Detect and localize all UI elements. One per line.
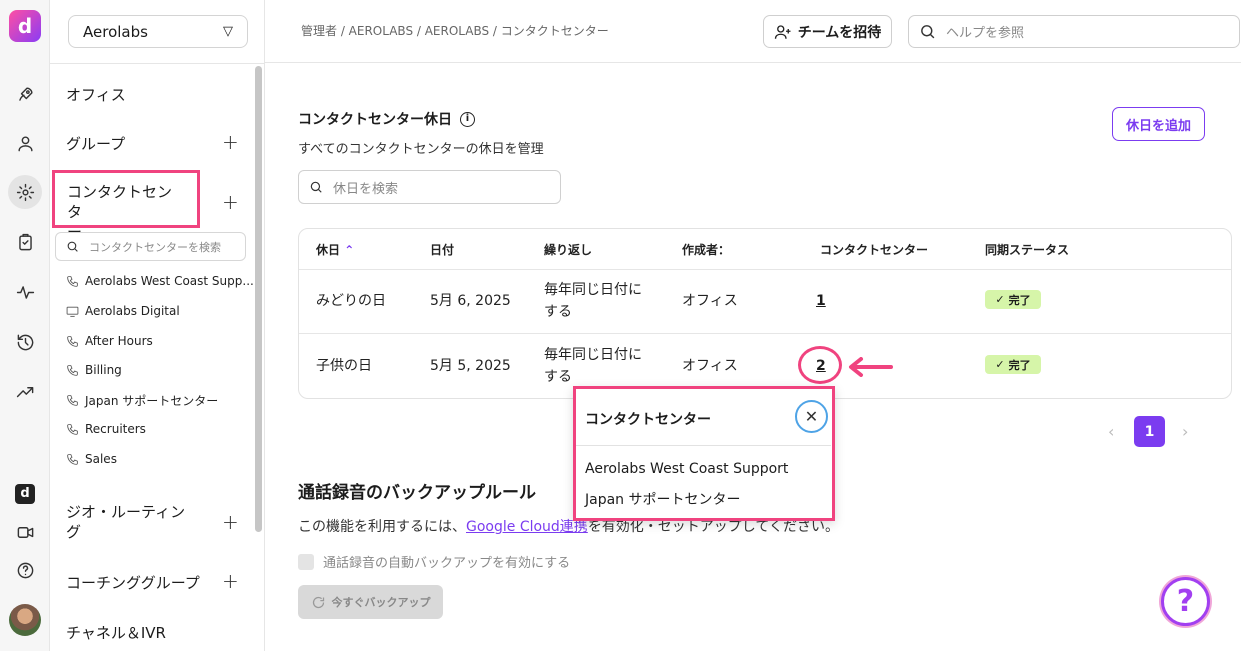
add-coaching-group-icon[interactable]: + [222, 569, 239, 593]
help-search-placeholder: ヘルプを参照 [946, 26, 1025, 41]
column-header-sync-status: 同期ステータス [985, 243, 1070, 257]
add-contact-center-icon[interactable]: + [222, 190, 239, 214]
holidays-title-row: コンタクトセンター休日 i [298, 109, 475, 129]
page-title: コンタクトセンター休日 [298, 112, 452, 128]
org-name: Aerolabs [83, 22, 148, 41]
search-icon [67, 241, 78, 252]
add-user-icon [774, 24, 791, 39]
column-header-contact-center: コンタクトセンター [820, 243, 929, 257]
contact-center-search-input[interactable]: コンタクトセンターを検索 [55, 232, 246, 261]
phone-icon [67, 395, 78, 406]
help-search-input[interactable]: ヘルプを参照 [908, 15, 1240, 48]
cc-label-line1: コンタクトセンタ [67, 183, 173, 221]
arrow-left-icon [849, 357, 893, 377]
user-icon[interactable] [8, 126, 42, 160]
contact-center-search-placeholder: コンタクトセンターを検索 [89, 240, 221, 254]
add-geo-routing-icon[interactable]: + [222, 510, 239, 534]
holidays-table: 休日 ⌃ 日付 繰り返し 作成者： コンタクトセンター 同期ステータス みどりの… [298, 228, 1232, 399]
checkbox-box [298, 553, 314, 570]
column-header-repeat: 繰り返し [544, 243, 593, 257]
help-circle-icon[interactable] [8, 553, 42, 587]
sort-asc-icon: ⌃ [344, 243, 355, 257]
sidebar-item-channels-ivr[interactable]: チャネル＆IVR [66, 622, 166, 643]
activity-icon[interactable] [8, 275, 42, 309]
phone-icon [67, 335, 78, 347]
icon-rail: d d [0, 0, 50, 651]
popover-item[interactable]: Aerolabs West Coast Support [585, 461, 788, 477]
sidebar-item-contact-center[interactable]: コンタクトセンタ ー [52, 170, 200, 241]
highlight-circle [798, 346, 842, 384]
status-badge: ✓ 完了 [985, 290, 1041, 309]
org-selector[interactable]: Aerolabs ▽ [68, 15, 248, 48]
sidebar-item-groups[interactable]: グループ [66, 133, 125, 154]
cc-list-item[interactable]: Sales [66, 452, 117, 466]
add-holiday-button[interactable]: 休日を追加 [1112, 107, 1205, 141]
breadcrumb: 管理者 / AEROLABS / AEROLABS / コンタクトセンター [301, 24, 609, 38]
sidebar-item-geo-routing[interactable]: ジオ・ルーティング [66, 502, 185, 542]
history-icon[interactable] [8, 325, 42, 359]
backup-now-button[interactable]: 今すぐバックアップ [298, 585, 443, 619]
page-number-button[interactable]: 1 [1134, 416, 1165, 447]
cc-list-item[interactable]: Billing [66, 363, 122, 377]
phone-icon [67, 453, 78, 465]
contact-center-popover: コンタクトセンター ✕ Aerolabs West Coast Support … [573, 386, 835, 521]
column-header-creator: 作成者： [682, 243, 731, 257]
backup-section-title: 通話録音のバックアップルール [298, 483, 536, 503]
google-cloud-link[interactable]: Google Cloud連携 [466, 519, 588, 535]
gear-icon[interactable] [8, 175, 42, 209]
phone-icon [67, 423, 78, 435]
cc-list-item[interactable]: Aerolabs West Coast Supp... [66, 274, 254, 288]
settings-sidebar: Aerolabs ▽ オフィス グループ + コンタクトセンタ ー + コンタク… [50, 0, 265, 651]
chevron-left-icon[interactable]: ‹ [1108, 422, 1114, 441]
invite-team-button[interactable]: チームを招待 [763, 15, 892, 48]
page-subtitle: すべてのコンタクトセンターの休日を管理 [298, 142, 544, 157]
close-icon[interactable]: ✕ [795, 400, 828, 433]
app-logo[interactable]: d [9, 10, 41, 42]
sidebar-item-coaching-groups[interactable]: コーチンググループ [66, 572, 200, 593]
sidebar-item-office[interactable]: オフィス [66, 84, 126, 105]
avatar[interactable] [9, 604, 41, 636]
column-header-date: 日付 [430, 243, 455, 257]
status-badge: ✓ 完了 [985, 355, 1041, 374]
phone-icon [67, 364, 78, 376]
check-icon: ✓ [995, 358, 1005, 371]
search-icon [921, 25, 935, 39]
dialpad-icon[interactable]: d [15, 484, 35, 504]
check-icon: ✓ [995, 293, 1005, 306]
clipboard-icon[interactable] [8, 225, 42, 259]
popover-item[interactable]: Japan サポートセンター [585, 489, 741, 509]
phone-icon [67, 275, 78, 287]
top-bar: 管理者 / AEROLABS / AEROLABS / コンタクトセンター チー… [265, 0, 1241, 63]
cc-list-item[interactable]: Aerolabs Digital [66, 304, 180, 318]
add-group-icon[interactable]: + [222, 130, 239, 154]
column-header-holiday[interactable]: 休日 ⌃ [316, 241, 354, 258]
auto-backup-checkbox[interactable]: 通話録音の自動バックアップを有効にする [298, 552, 570, 571]
cc-list-item[interactable]: Japan サポートセンター [66, 392, 218, 409]
rocket-icon[interactable] [8, 77, 42, 111]
cc-list-item[interactable]: Recruiters [66, 422, 146, 436]
info-icon[interactable]: i [460, 111, 475, 127]
video-icon[interactable] [8, 515, 42, 549]
main-content: コンタクトセンター休日 i すべてのコンタクトセンターの休日を管理 休日を追加 … [265, 64, 1241, 651]
popover-title: コンタクトセンター [585, 412, 711, 428]
chevron-right-icon[interactable]: › [1182, 422, 1188, 441]
cc-list-item[interactable]: After Hours [66, 334, 153, 348]
help-chat-button[interactable]: ? [1161, 577, 1210, 626]
holiday-search-input[interactable]: 休日を検索 [298, 170, 561, 204]
trending-icon[interactable] [8, 375, 42, 409]
search-icon [310, 181, 322, 193]
contact-center-count-link[interactable]: 1 [816, 293, 826, 309]
sidebar-scrollbar[interactable] [255, 66, 262, 532]
holiday-search-placeholder: 休日を検索 [333, 181, 399, 197]
monitor-icon [66, 306, 79, 317]
chevron-down-icon: ▽ [223, 24, 233, 39]
refresh-icon [312, 596, 324, 608]
